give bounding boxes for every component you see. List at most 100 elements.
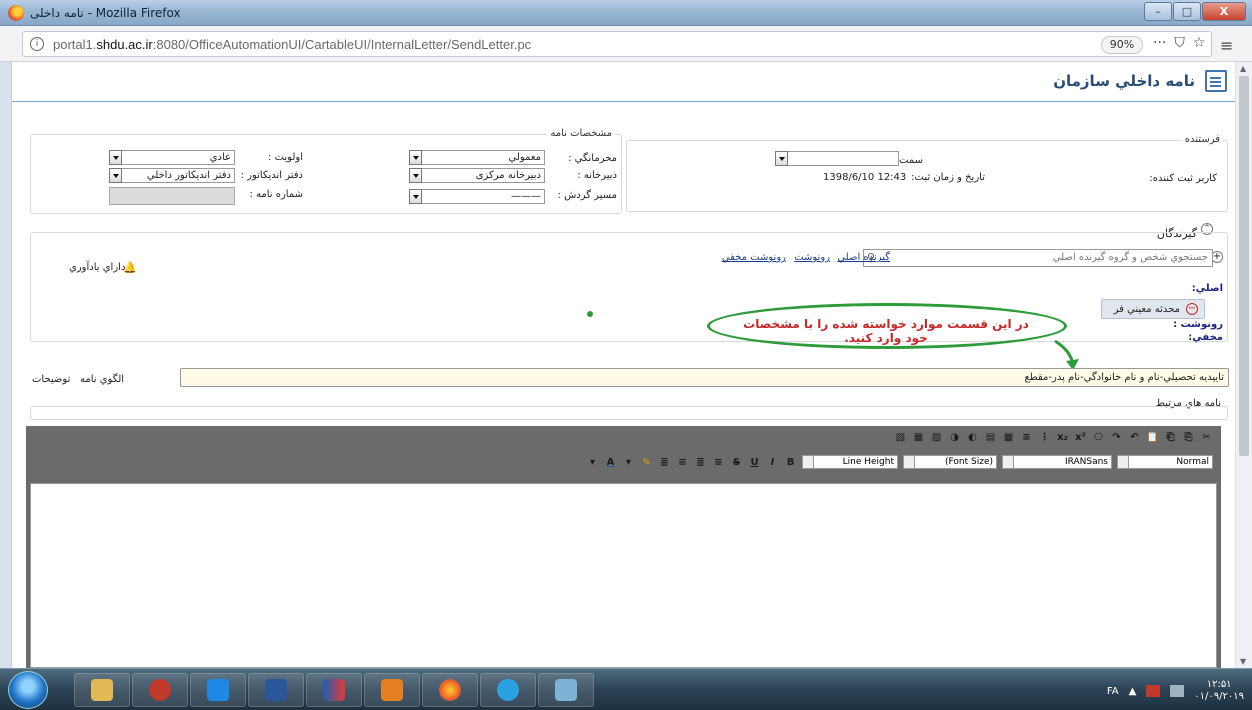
scroll-up-icon[interactable]: ▲ <box>1240 64 1246 73</box>
page-scrollbar[interactable]: ▲ ▼ <box>1235 62 1252 668</box>
font-size-select[interactable]: (Font Size) <box>903 455 997 469</box>
subscript-icon[interactable]: x₂ <box>1056 431 1069 444</box>
internet-explorer-icon <box>497 679 519 701</box>
main-recipients-label: اصلي: <box>1191 283 1223 294</box>
highlight-icon[interactable]: ✎ <box>640 456 653 469</box>
paint-icon <box>555 679 577 701</box>
bookmark-star-icon[interactable]: ☆ <box>1193 35 1206 51</box>
confidentiality-select[interactable]: معمولي <box>409 150 545 165</box>
ie-taskbar-button[interactable] <box>480 673 536 707</box>
chevron-down-icon[interactable] <box>775 151 788 166</box>
chevron-down-icon[interactable] <box>803 456 814 468</box>
pocket-icon[interactable]: ⛉ <box>1174 35 1185 51</box>
description-link[interactable]: توضيحات <box>32 374 70 385</box>
letter-specs-section: مشخصات نامه محرمانگي : معمولي اولويت : ع… <box>30 128 622 214</box>
editor-body[interactable] <box>30 483 1217 668</box>
routing-select[interactable]: ——— <box>409 189 545 204</box>
more-actions-icon[interactable]: ··· <box>1153 35 1166 51</box>
direction-select[interactable] <box>775 151 899 166</box>
start-button[interactable] <box>8 671 48 709</box>
undo-icon[interactable]: ↶ <box>1128 431 1141 444</box>
network-icon[interactable] <box>1146 685 1161 697</box>
line-height-select[interactable]: Line Height <box>802 455 898 469</box>
font-color-icon[interactable]: A <box>604 456 617 469</box>
paste-icon[interactable]: ⎗ <box>1164 431 1177 444</box>
paint-taskbar-button[interactable] <box>538 673 594 707</box>
routing-label: مسير گردش : <box>557 190 617 201</box>
recipient-search-input[interactable]: ⚲ جستجوي شخص و گروه گيرنده اصلي <box>863 249 1213 267</box>
window-controls: – □ X <box>1143 2 1246 21</box>
explorer-taskbar-button[interactable] <box>74 673 130 707</box>
align-justify-icon[interactable]: ≡ <box>712 456 725 469</box>
app-taskbar-button-6[interactable] <box>364 673 420 707</box>
format-select[interactable]: Normal <box>1117 455 1213 469</box>
table-icon[interactable]: ▦ <box>912 431 925 444</box>
firefox-taskbar-button[interactable] <box>422 673 478 707</box>
info-icon[interactable]: i <box>30 37 44 51</box>
zoom-level[interactable]: 90% <box>1101 36 1143 54</box>
align-right-icon[interactable]: ≣ <box>694 456 707 469</box>
chevron-down-icon[interactable]: ▾ <box>622 456 635 469</box>
paste-text-icon[interactable]: 📋 <box>1146 431 1159 444</box>
replace-icon[interactable]: ◑ <box>948 431 961 444</box>
bcc-link[interactable]: رونوشت مخفي <box>722 252 786 263</box>
indent-icon[interactable]: ▦ <box>1002 431 1015 444</box>
reminder-label[interactable]: داراي يادآوري <box>69 262 125 273</box>
app-taskbar-button-5[interactable] <box>306 673 362 707</box>
letter-template-link[interactable]: الگوي نامه <box>80 374 124 385</box>
maximize-button[interactable]: □ <box>1173 2 1201 21</box>
find-icon[interactable]: ◐ <box>966 431 979 444</box>
app-taskbar-button-2[interactable] <box>132 673 188 707</box>
underline-icon[interactable]: U <box>748 456 761 469</box>
image-icon[interactable]: ▨ <box>930 431 943 444</box>
edit-document-icon <box>1205 70 1227 92</box>
chevron-down-icon[interactable] <box>1003 456 1014 468</box>
word-taskbar-button[interactable] <box>248 673 304 707</box>
copy-icon[interactable]: ⎘ <box>1182 431 1195 444</box>
special-char-icon[interactable]: ▧ <box>894 431 907 444</box>
cut-icon[interactable]: ✂ <box>1200 431 1213 444</box>
bulleted-list-icon[interactable]: ≡ <box>1020 431 1033 444</box>
volume-icon[interactable] <box>1170 685 1185 697</box>
numbered-list-icon[interactable]: ⋮ <box>1038 431 1051 444</box>
language-indicator[interactable]: FA <box>1107 686 1119 697</box>
chevron-down-icon[interactable] <box>904 456 915 468</box>
menu-icon[interactable]: ≡ <box>1220 36 1233 55</box>
chevron-down-icon[interactable]: ▾ <box>586 456 599 469</box>
close-button[interactable]: X <box>1202 2 1246 21</box>
secretariat-select[interactable]: دبيرخانه مرکزی <box>409 168 545 183</box>
url-bar[interactable]: i portal1.shdu.ac.ir:8080/OfficeAutomati… <box>22 31 1212 57</box>
chevron-down-icon[interactable] <box>409 150 422 165</box>
scroll-down-icon[interactable]: ▼ <box>1240 657 1246 666</box>
font-select[interactable]: IRANSans <box>1002 455 1112 469</box>
chevron-down-icon[interactable] <box>109 168 122 183</box>
minimize-button[interactable]: – <box>1144 2 1172 21</box>
chevron-down-icon[interactable] <box>1118 456 1129 468</box>
indicator-office-select[interactable]: دفتر انديکاتور داخلي <box>109 168 235 183</box>
chevron-down-icon[interactable] <box>409 189 422 204</box>
bold-icon[interactable]: B <box>784 456 797 469</box>
align-left-icon[interactable]: ≣ <box>658 456 671 469</box>
scroll-thumb[interactable] <box>1239 76 1249 456</box>
redo-icon[interactable]: ↷ <box>1110 431 1123 444</box>
strikethrough-icon[interactable]: S <box>730 456 743 469</box>
align-center-icon[interactable]: ≡ <box>676 456 689 469</box>
app-taskbar-button-3[interactable] <box>190 673 246 707</box>
link-icon[interactable]: ⎔ <box>1092 431 1105 444</box>
chevron-down-icon[interactable] <box>409 168 422 183</box>
italic-icon[interactable]: I <box>766 456 779 469</box>
main-recipient-link[interactable]: گيرنده اصلي <box>837 252 890 263</box>
outdent-icon[interactable]: ▤ <box>984 431 997 444</box>
cc-link[interactable]: رونوشت <box>794 252 830 263</box>
main-recipient-chip[interactable]: − محدثه معيني فر <box>1101 299 1205 319</box>
annotation-text: در این قسمت موارد خواسته شده را با مشخصا… <box>743 317 1029 345</box>
firefox-icon <box>439 679 461 701</box>
clock[interactable]: ۱۲:۵۱ ۰۱/۰۹/۲۰۱۹ <box>1194 679 1244 703</box>
tray-arrow-icon[interactable]: ▲ <box>1129 686 1137 697</box>
subject-input[interactable]: تاييديه تحصيلي-نام و نام خانوادگي-نام پد… <box>180 368 1229 387</box>
superscript-icon[interactable]: x² <box>1074 431 1087 444</box>
url-text[interactable]: portal1.shdu.ac.ir:8080/OfficeAutomation… <box>53 37 531 52</box>
remove-recipient-icon[interactable]: − <box>1186 303 1198 315</box>
chevron-down-icon[interactable] <box>109 150 122 165</box>
priority-select[interactable]: عادي <box>109 150 235 165</box>
